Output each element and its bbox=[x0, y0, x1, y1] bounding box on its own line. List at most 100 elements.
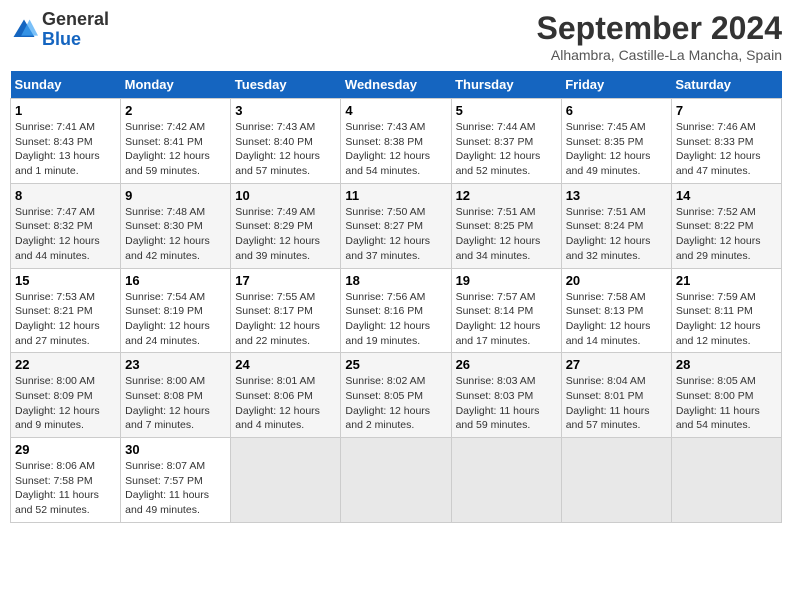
day-number: 14 bbox=[676, 188, 777, 203]
day-info: Sunrise: 7:59 AMSunset: 8:11 PMDaylight:… bbox=[676, 290, 777, 349]
calendar-cell bbox=[671, 438, 781, 523]
day-number: 7 bbox=[676, 103, 777, 118]
calendar-cell: 6Sunrise: 7:45 AMSunset: 8:35 PMDaylight… bbox=[561, 99, 671, 184]
calendar-cell: 26 Sunrise: 8:03 AMSunset: 8:03 PMDayligh… bbox=[451, 353, 561, 438]
day-info: Sunrise: 7:54 AMSunset: 8:19 PMDaylight:… bbox=[125, 290, 226, 349]
day-info: Sunrise: 7:53 AMSunset: 8:21 PMDaylight:… bbox=[15, 290, 116, 349]
day-info: Sunrise: 7:49 AMSunset: 8:29 PMDaylight:… bbox=[235, 205, 336, 264]
day-number: 19 bbox=[456, 273, 557, 288]
calendar-cell bbox=[231, 438, 341, 523]
calendar-week-row: 15 Sunrise: 7:53 AMSunset: 8:21 PMDayligh… bbox=[11, 268, 782, 353]
day-info: Sunrise: 7:51 AMSunset: 8:25 PMDaylight:… bbox=[456, 205, 557, 264]
day-number: 5 bbox=[456, 103, 557, 118]
day-info: Sunrise: 7:44 AMSunset: 8:37 PMDaylight:… bbox=[456, 120, 557, 179]
calendar-cell: 27Sunrise: 8:04 AMSunset: 8:01 PMDayligh… bbox=[561, 353, 671, 438]
calendar-cell: 4Sunrise: 7:43 AMSunset: 8:38 PMDaylight… bbox=[341, 99, 451, 184]
calendar-cell: 23 Sunrise: 8:00 AMSunset: 8:08 PMDayligh… bbox=[121, 353, 231, 438]
day-info: Sunrise: 7:51 AMSunset: 8:24 PMDaylight:… bbox=[566, 205, 667, 264]
logo: General Blue bbox=[10, 10, 109, 50]
day-info: Sunrise: 8:04 AMSunset: 8:01 PMDaylight:… bbox=[566, 374, 667, 433]
day-number: 15 bbox=[15, 273, 116, 288]
day-number: 16 bbox=[125, 273, 226, 288]
day-number: 10 bbox=[235, 188, 336, 203]
day-number: 12 bbox=[456, 188, 557, 203]
day-info: Sunrise: 7:41 AMSunset: 8:43 PMDaylight:… bbox=[15, 120, 116, 179]
header-thursday: Thursday bbox=[451, 71, 561, 99]
calendar-cell: 12 Sunrise: 7:51 AMSunset: 8:25 PMDayligh… bbox=[451, 183, 561, 268]
page-header: General Blue September 2024 Alhambra, Ca… bbox=[10, 10, 782, 63]
day-number: 28 bbox=[676, 357, 777, 372]
day-number: 3 bbox=[235, 103, 336, 118]
calendar-cell: 14 Sunrise: 7:52 AMSunset: 8:22 PMDayligh… bbox=[671, 183, 781, 268]
calendar-week-row: 8 Sunrise: 7:47 AMSunset: 8:32 PMDaylight… bbox=[11, 183, 782, 268]
calendar-cell: 13Sunrise: 7:51 AMSunset: 8:24 PMDayligh… bbox=[561, 183, 671, 268]
calendar-cell: 18 Sunrise: 7:56 AMSunset: 8:16 PMDayligh… bbox=[341, 268, 451, 353]
day-info: Sunrise: 8:03 AMSunset: 8:03 PMDaylight:… bbox=[456, 374, 557, 433]
calendar-cell: 20 Sunrise: 7:58 AMSunset: 8:13 PMDayligh… bbox=[561, 268, 671, 353]
day-info: Sunrise: 7:52 AMSunset: 8:22 PMDaylight:… bbox=[676, 205, 777, 264]
calendar-cell: 9 Sunrise: 7:48 AMSunset: 8:30 PMDaylight… bbox=[121, 183, 231, 268]
calendar-cell: 15 Sunrise: 7:53 AMSunset: 8:21 PMDayligh… bbox=[11, 268, 121, 353]
day-number: 18 bbox=[345, 273, 446, 288]
calendar-cell: 5 Sunrise: 7:44 AMSunset: 8:37 PMDaylight… bbox=[451, 99, 561, 184]
logo-text: General Blue bbox=[42, 10, 109, 50]
header-friday: Friday bbox=[561, 71, 671, 99]
day-number: 25 bbox=[345, 357, 446, 372]
day-number: 9 bbox=[125, 188, 226, 203]
calendar-cell: 2 Sunrise: 7:42 AMSunset: 8:41 PMDaylight… bbox=[121, 99, 231, 184]
day-number: 4 bbox=[345, 103, 446, 118]
calendar-cell: 22 Sunrise: 8:00 AMSunset: 8:09 PMDayligh… bbox=[11, 353, 121, 438]
day-info: Sunrise: 8:05 AMSunset: 8:00 PMDaylight:… bbox=[676, 374, 777, 433]
calendar-cell bbox=[561, 438, 671, 523]
calendar-cell: 19Sunrise: 7:57 AMSunset: 8:14 PMDayligh… bbox=[451, 268, 561, 353]
day-number: 17 bbox=[235, 273, 336, 288]
day-info: Sunrise: 7:55 AMSunset: 8:17 PMDaylight:… bbox=[235, 290, 336, 349]
day-info: Sunrise: 7:47 AMSunset: 8:32 PMDaylight:… bbox=[15, 205, 116, 264]
day-number: 22 bbox=[15, 357, 116, 372]
day-number: 29 bbox=[15, 442, 116, 457]
day-number: 26 bbox=[456, 357, 557, 372]
day-number: 23 bbox=[125, 357, 226, 372]
day-info: Sunrise: 8:00 AMSunset: 8:08 PMDaylight:… bbox=[125, 374, 226, 433]
calendar-cell: 21Sunrise: 7:59 AMSunset: 8:11 PMDayligh… bbox=[671, 268, 781, 353]
location-subtitle: Alhambra, Castille-La Mancha, Spain bbox=[537, 47, 782, 63]
day-info: Sunrise: 7:45 AMSunset: 8:35 PMDaylight:… bbox=[566, 120, 667, 179]
calendar-cell bbox=[451, 438, 561, 523]
calendar-cell: 8 Sunrise: 7:47 AMSunset: 8:32 PMDaylight… bbox=[11, 183, 121, 268]
day-number: 2 bbox=[125, 103, 226, 118]
day-info: Sunrise: 8:02 AMSunset: 8:05 PMDaylight:… bbox=[345, 374, 446, 433]
calendar-week-row: 1 Sunrise: 7:41 AMSunset: 8:43 PMDaylight… bbox=[11, 99, 782, 184]
calendar-cell bbox=[341, 438, 451, 523]
calendar-cell: 28 Sunrise: 8:05 AMSunset: 8:00 PMDayligh… bbox=[671, 353, 781, 438]
calendar-cell: 7 Sunrise: 7:46 AMSunset: 8:33 PMDaylight… bbox=[671, 99, 781, 184]
day-number: 1 bbox=[15, 103, 116, 118]
header-tuesday: Tuesday bbox=[231, 71, 341, 99]
day-info: Sunrise: 7:43 AMSunset: 8:40 PMDaylight:… bbox=[235, 120, 336, 179]
calendar-cell: 24 Sunrise: 8:01 AMSunset: 8:06 PMDayligh… bbox=[231, 353, 341, 438]
day-info: Sunrise: 7:46 AMSunset: 8:33 PMDaylight:… bbox=[676, 120, 777, 179]
calendar-week-row: 29 Sunrise: 8:06 AMSunset: 7:58 PMDayligh… bbox=[11, 438, 782, 523]
header-saturday: Saturday bbox=[671, 71, 781, 99]
day-number: 30 bbox=[125, 442, 226, 457]
day-number: 20 bbox=[566, 273, 667, 288]
calendar-cell: 11Sunrise: 7:50 AMSunset: 8:27 PMDayligh… bbox=[341, 183, 451, 268]
day-info: Sunrise: 8:01 AMSunset: 8:06 PMDaylight:… bbox=[235, 374, 336, 433]
day-info: Sunrise: 7:58 AMSunset: 8:13 PMDaylight:… bbox=[566, 290, 667, 349]
day-info: Sunrise: 8:06 AMSunset: 7:58 PMDaylight:… bbox=[15, 459, 116, 518]
header-wednesday: Wednesday bbox=[341, 71, 451, 99]
day-number: 11 bbox=[345, 188, 446, 203]
day-info: Sunrise: 7:56 AMSunset: 8:16 PMDaylight:… bbox=[345, 290, 446, 349]
day-info: Sunrise: 8:00 AMSunset: 8:09 PMDaylight:… bbox=[15, 374, 116, 433]
calendar-week-row: 22 Sunrise: 8:00 AMSunset: 8:09 PMDayligh… bbox=[11, 353, 782, 438]
day-number: 24 bbox=[235, 357, 336, 372]
calendar-header-row: SundayMondayTuesdayWednesdayThursdayFrid… bbox=[11, 71, 782, 99]
calendar-cell: 3 Sunrise: 7:43 AMSunset: 8:40 PMDaylight… bbox=[231, 99, 341, 184]
title-area: September 2024 Alhambra, Castille-La Man… bbox=[537, 10, 782, 63]
logo-icon bbox=[10, 16, 38, 44]
day-number: 8 bbox=[15, 188, 116, 203]
day-info: Sunrise: 7:48 AMSunset: 8:30 PMDaylight:… bbox=[125, 205, 226, 264]
calendar-cell: 25 Sunrise: 8:02 AMSunset: 8:05 PMDayligh… bbox=[341, 353, 451, 438]
calendar-cell: 29 Sunrise: 8:06 AMSunset: 7:58 PMDayligh… bbox=[11, 438, 121, 523]
day-info: Sunrise: 7:42 AMSunset: 8:41 PMDaylight:… bbox=[125, 120, 226, 179]
calendar-cell: 30Sunrise: 8:07 AMSunset: 7:57 PMDayligh… bbox=[121, 438, 231, 523]
